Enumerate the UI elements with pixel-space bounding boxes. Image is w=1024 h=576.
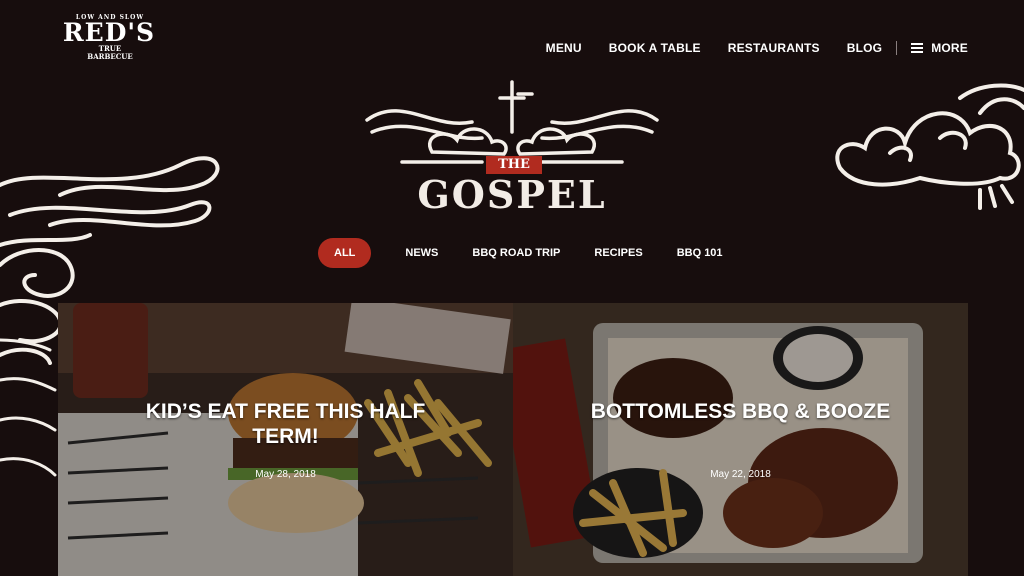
blog-card[interactable]: KID’S EAT FREE THIS HALF TERM! May 28, 2… (58, 303, 513, 576)
card-date: May 22, 2018 (710, 469, 771, 480)
filter-recipes[interactable]: RECIPES (594, 247, 642, 259)
nav-restaurants[interactable]: RESTAURANTS (728, 41, 820, 55)
filter-all[interactable]: ALL (318, 238, 372, 268)
logo-name: RED'S (62, 18, 156, 47)
card-date: May 28, 2018 (255, 469, 316, 480)
card-overlay (513, 303, 968, 576)
gospel-heading: THE GOSPEL (362, 80, 662, 220)
filter-bbq-101[interactable]: BBQ 101 (677, 247, 723, 259)
blog-cards: KID’S EAT FREE THIS HALF TERM! May 28, 2… (58, 303, 968, 576)
category-filters: ALL NEWS BBQ ROAD TRIP RECIPES BBQ 101 (318, 238, 723, 268)
nav-blog[interactable]: BLOG (847, 41, 882, 55)
brand-logo[interactable]: LOW AND SLOW RED'S TRUE BARBECUE (50, 14, 180, 80)
blog-card[interactable]: BOTTOMLESS BBQ & BOOZE May 22, 2018 (513, 303, 968, 576)
hamburger-icon (911, 41, 924, 55)
swirl-left-icon (0, 338, 57, 477)
nav-book-a-table[interactable]: BOOK A TABLE (609, 41, 701, 55)
filter-news[interactable]: NEWS (405, 247, 438, 259)
card-title[interactable]: KID’S EAT FREE THIS HALF TERM! (58, 399, 513, 449)
logo-sub-barbecue: BARBECUE (87, 52, 133, 61)
cloud-right-icon (835, 83, 1024, 210)
page-title: GOSPEL (417, 172, 607, 217)
nav-more-label: MORE (931, 41, 968, 55)
nav-menu[interactable]: MENU (546, 41, 582, 55)
main-nav: MENU BOOK A TABLE RESTAURANTS BLOG MORE (519, 40, 968, 56)
nav-divider (896, 41, 898, 55)
nav-more-button[interactable]: MORE (911, 41, 968, 55)
card-title[interactable]: BOTTOMLESS BBQ & BOOZE (513, 399, 968, 424)
filter-bbq-road-trip[interactable]: BBQ ROAD TRIP (472, 247, 560, 259)
